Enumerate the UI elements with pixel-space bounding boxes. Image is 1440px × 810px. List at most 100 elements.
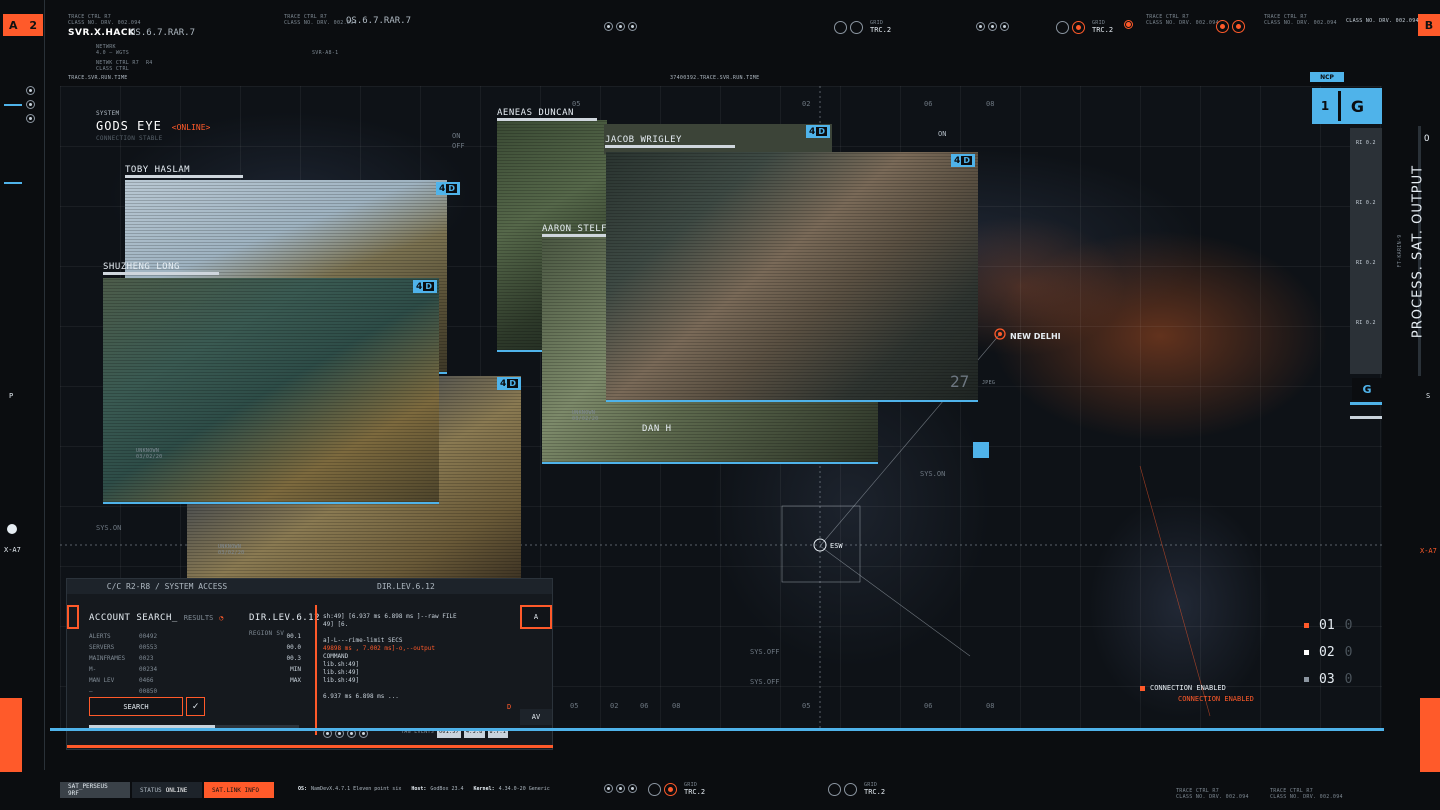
name-bar (605, 145, 735, 148)
right-rail-tag (1420, 698, 1440, 772)
left-rail-line (44, 0, 45, 770)
tab-dir-level[interactable]: DIR.LEV.6.12 (377, 582, 435, 591)
search-button[interactable]: SEARCH (89, 697, 183, 716)
search-title: ACCOUNT SEARCH_ RESULTS ◔ (89, 613, 224, 623)
tick-label: 05 (802, 702, 811, 710)
tick-label: 02 (802, 100, 811, 108)
confirm-check-button[interactable]: ✓ (186, 697, 205, 716)
profile-meta: UNKNOWN 03/02/20 (218, 544, 245, 556)
alert-icon (1232, 20, 1245, 33)
stat-row: MAINFRAMES 0023 00.3 (89, 655, 301, 662)
profile-name: JACOB WRIGLEY (605, 135, 682, 145)
trc-group-bottom-2[interactable]: GRID TRC.2 (828, 782, 885, 796)
vertical-subtitle: FT-KARIN-9 (1397, 234, 1403, 268)
left-rail-tag (0, 698, 22, 772)
dot-icon (26, 100, 35, 109)
corner-tag-a[interactable]: A 2 (3, 14, 43, 36)
version-label-2: OS.6.7.RAR.7 (346, 16, 412, 26)
profile-name: AENEAS DUNCAN (497, 108, 574, 118)
profile-tag[interactable]: 4D (497, 377, 521, 390)
record-icon[interactable] (7, 524, 17, 534)
grade-letter-2[interactable]: G (1352, 378, 1382, 400)
alert-icon (1216, 20, 1229, 33)
trc-group-1[interactable]: GRID TRC.2 (834, 20, 891, 34)
name-bar (497, 118, 597, 121)
legend-item[interactable]: 01 0 (1304, 612, 1352, 639)
tick-label: 06 (924, 702, 933, 710)
stats-table: ALERTS 00492 00.1 SERVERS 00553 00.0 MAINFRA… (89, 631, 301, 697)
ring-icon (1056, 20, 1069, 34)
tick-label: 05 (572, 100, 581, 108)
stat-row: MAN LEV 0466 MAX (89, 677, 301, 684)
ncp-tag[interactable]: NCP (1310, 72, 1344, 82)
tab-system-access[interactable]: C/C R2-R8 / SYSTEM ACCESS (67, 582, 267, 591)
trace-label-bottom-2: TRACE CTRL R7 CLASS NO. DRV. 002.094 (1270, 788, 1343, 800)
target-icon (664, 782, 677, 796)
stat-row: ALERTS 00492 00.1 (89, 633, 301, 640)
profile-meta: UNKNOWN 03/02/20 (136, 448, 163, 460)
dot-icon (628, 784, 637, 793)
run-time-center: 37400392.TRACE.SVR.RUN.TIME (670, 75, 760, 81)
dot-icon (26, 86, 35, 95)
trace-label: TRACE CTRL R7 CLASS NO. DRV. 002.094 (68, 14, 141, 26)
profile-tag[interactable]: 4D (413, 280, 437, 293)
dot-icon (976, 22, 985, 31)
legend-item[interactable]: 02 0 (1304, 639, 1352, 666)
tick-label: 08 (672, 702, 681, 710)
console-log: sh:49] [6.937 ms 6.898 ms ]--raw FILE 49]… (323, 613, 457, 700)
app-title: SVR.X.HACK (68, 28, 136, 38)
orange-dot-group (1124, 20, 1133, 29)
divider-line (315, 605, 317, 735)
profile-tag[interactable]: 4D (436, 182, 460, 195)
connection-text: CONNECTION ENABLED (1150, 684, 1226, 692)
corner-tag-b[interactable]: B (1418, 14, 1440, 36)
vertical-title-text: PROCESS. SAT. OUTPUT (1410, 164, 1426, 339)
sys-label: SYS.ON (96, 524, 122, 532)
tick-label: 08 (986, 702, 995, 710)
right-rail-xa7: X-A7 (1420, 547, 1437, 555)
system-name: GODS EYE (96, 119, 162, 133)
status-dots-bottom (604, 784, 637, 793)
legend-item[interactable]: 03 0 (1304, 666, 1352, 693)
format-label: JPEG (982, 380, 996, 386)
trc-label: GRID TRC.2 (1092, 20, 1114, 34)
left-rail-accent-2 (4, 182, 22, 184)
corner-letter: A (9, 18, 18, 32)
profile-tag[interactable]: 4D (806, 125, 830, 138)
level-indicator[interactable]: 1 G (1312, 88, 1382, 124)
side-av-button[interactable]: AV (520, 709, 552, 725)
dot-icon (988, 22, 997, 31)
left-rail-p: P (9, 392, 14, 400)
map-marker-square[interactable] (973, 442, 989, 458)
level-number: 1 (1320, 99, 1330, 113)
system-status: <ONLINE> (171, 123, 211, 132)
run-time-label: TRACE.SVR.RUN.TIME (68, 75, 128, 81)
alert-icon (1124, 20, 1133, 29)
bottom-bar: SAT_PERSEUS 9RF STATUS ONLINE SAT.LINK IN… (0, 772, 1440, 810)
profile-shuzheng[interactable] (103, 278, 439, 504)
profile-name-dan: DAN H (642, 424, 672, 434)
trc-group-bottom-1[interactable]: GRID TRC.2 (648, 782, 705, 796)
trace-label-4: TRACE CTRL R7 CLASS NO. DRV. 002.094 (1264, 14, 1337, 26)
dot-icon (616, 22, 625, 31)
system-header: SYSTEM GODS EYE <ONLINE> CONNECTION STAB… (96, 111, 210, 142)
profile-name: TOBY HASLAM (125, 165, 191, 175)
corner-letter: B (1424, 18, 1434, 32)
window-handle[interactable] (67, 605, 79, 629)
right-rail-s: S (1426, 392, 1431, 400)
status-square-icon (1140, 685, 1145, 691)
tab-sat-perseus[interactable]: SAT_PERSEUS 9RF (60, 782, 130, 798)
profile-jacob[interactable] (606, 152, 978, 402)
grade-letter: G (1338, 91, 1374, 121)
right-rail-panel: RI 0.2 RI 0.2 RI 0.2 RI 0.2 (1350, 128, 1382, 374)
profile-meta: UNKNOWN 03/02/20 (572, 410, 599, 422)
trc-group-2[interactable]: GRID TRC.2 (1056, 20, 1113, 34)
side-a-button[interactable]: A (520, 605, 552, 629)
tab-sat-link-info[interactable]: SAT.LINK INFO (204, 782, 274, 798)
profile-tag[interactable]: 4D (951, 154, 975, 167)
trc-label: GRID TRC.2 (864, 782, 886, 796)
tab-status[interactable]: STATUS ONLINE (132, 782, 202, 798)
city-label-new-delhi[interactable]: NEW DELHI (1010, 332, 1061, 341)
ri-label: RI 0.2 (1356, 140, 1376, 146)
dot-icon (616, 784, 625, 793)
